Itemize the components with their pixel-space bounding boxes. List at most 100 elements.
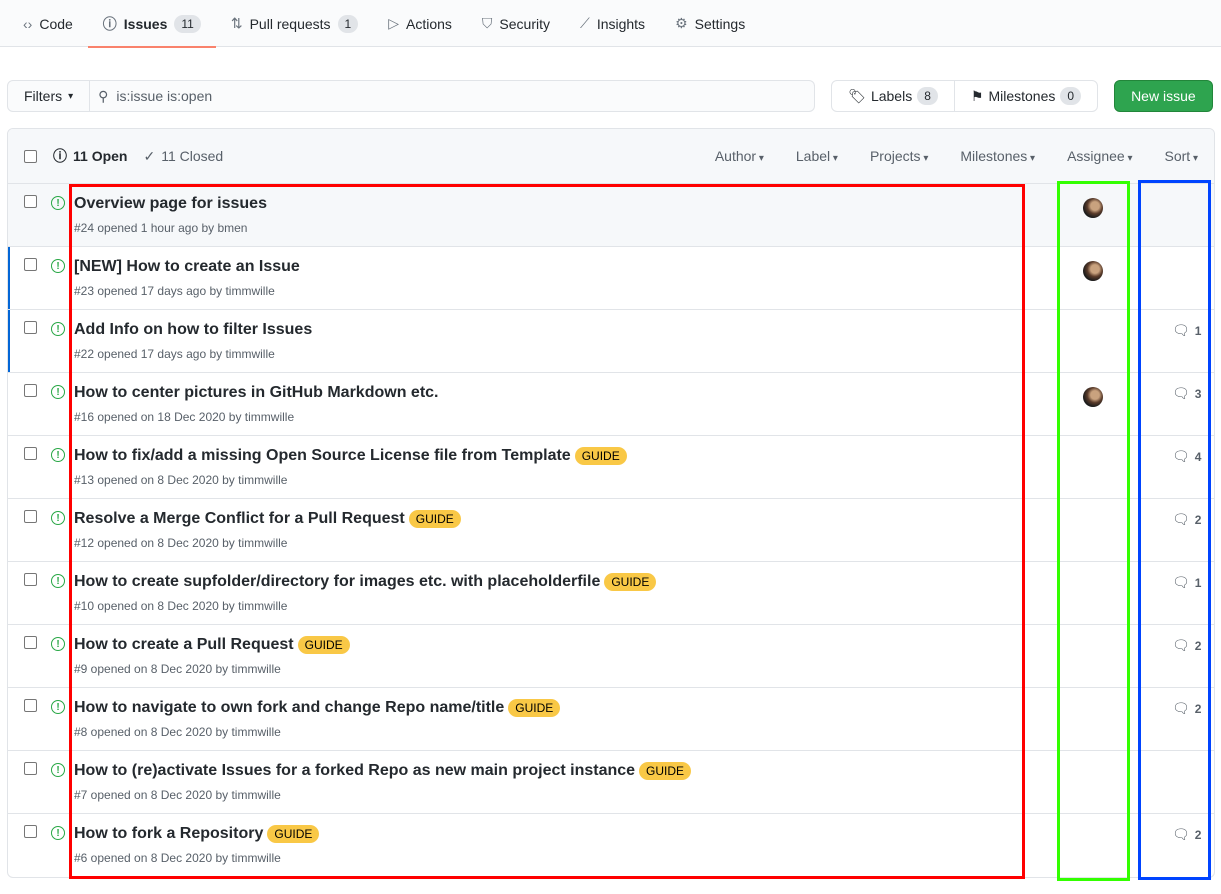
comments-link[interactable]: 🗨 1 bbox=[1172, 574, 1201, 591]
play-icon: ▷ bbox=[388, 15, 399, 31]
labels-button[interactable]: 🏷 Labels 8 bbox=[832, 81, 954, 111]
comments-link[interactable]: 🗨 3 bbox=[1172, 385, 1201, 402]
open-count: 11 Open bbox=[73, 148, 128, 164]
tab-label: Insights bbox=[596, 15, 646, 32]
issue-opened-icon: ! bbox=[51, 322, 65, 336]
issue-opened-icon: ! bbox=[51, 763, 65, 777]
dropdown-author[interactable]: Author bbox=[699, 148, 780, 164]
tab-issues[interactable]: ⓘ Issues 11 bbox=[87, 0, 216, 48]
issue-checkbox[interactable] bbox=[24, 258, 37, 271]
issue-meta: #6 opened on 8 Dec 2020 by timmwille bbox=[74, 851, 281, 865]
issue-meta: #8 opened on 8 Dec 2020 by timmwille bbox=[74, 725, 281, 739]
issue-title-link[interactable]: How to (re)activate Issues for a forked … bbox=[74, 762, 635, 780]
issue-row: ! How to fix/add a missing Open Source L… bbox=[8, 436, 1214, 499]
issue-opened-icon: ⓘ bbox=[53, 148, 67, 164]
dropdown-label[interactable]: Label bbox=[780, 148, 854, 164]
issue-title-link[interactable]: How to create a Pull Request bbox=[74, 636, 294, 654]
issue-checkbox[interactable] bbox=[24, 447, 37, 460]
issue-row: ! [NEW] How to create an Issue #23 opene… bbox=[8, 247, 1214, 310]
dropdown-projects[interactable]: Projects bbox=[854, 148, 944, 164]
label-guide[interactable]: GUIDE bbox=[639, 762, 692, 780]
closed-filter[interactable]: ✓ 11 Closed bbox=[143, 148, 223, 165]
label-guide[interactable]: GUIDE bbox=[297, 636, 350, 654]
dropdown-assignee[interactable]: Assignee bbox=[1051, 148, 1148, 164]
issue-opened-icon: ! bbox=[51, 385, 65, 399]
git-pull-request-icon: ⇅ bbox=[230, 15, 243, 31]
issue-meta: #13 opened on 8 Dec 2020 by timmwille bbox=[74, 473, 288, 487]
issue-title-link[interactable]: How to create supfolder/directory for im… bbox=[74, 573, 600, 591]
assignee-avatar[interactable] bbox=[1083, 261, 1103, 281]
issue-meta: #24 opened 1 hour ago by bmen bbox=[74, 221, 248, 235]
comments-link[interactable]: 🗨 1 bbox=[1172, 322, 1201, 339]
issue-checkbox[interactable] bbox=[24, 636, 37, 649]
issue-checkbox[interactable] bbox=[24, 762, 37, 775]
issue-opened-icon: ! bbox=[51, 574, 65, 588]
tab-insights[interactable]: ⟋ Insights bbox=[565, 0, 660, 47]
labels-milestones: 🏷 Labels 8 ⚑ Milestones 0 bbox=[831, 80, 1099, 112]
label-guide[interactable]: GUIDE bbox=[574, 447, 627, 465]
issue-checkbox[interactable] bbox=[24, 573, 37, 586]
issue-checkbox[interactable] bbox=[24, 195, 37, 208]
issue-checkbox[interactable] bbox=[24, 384, 37, 397]
comments-link[interactable]: 🗨 2 bbox=[1172, 826, 1201, 843]
issue-opened-icon: ! bbox=[51, 826, 65, 840]
label-guide[interactable]: GUIDE bbox=[267, 825, 320, 843]
assignee-avatar[interactable] bbox=[1083, 198, 1103, 218]
tab-pull-requests[interactable]: ⇅ Pull requests 1 bbox=[216, 0, 373, 47]
tab-label: Issues bbox=[123, 15, 168, 32]
issue-title-link[interactable]: Overview page for issues bbox=[74, 195, 267, 213]
search-field: ⚲ bbox=[90, 80, 816, 112]
comments-link[interactable]: 🗨 2 bbox=[1172, 700, 1201, 717]
tab-code[interactable]: ‹› Code bbox=[8, 0, 88, 47]
issue-opened-icon: ⓘ bbox=[102, 15, 117, 32]
label-guide[interactable]: GUIDE bbox=[408, 510, 461, 528]
issue-title-link[interactable]: How to navigate to own fork and change R… bbox=[74, 699, 504, 717]
issue-checkbox[interactable] bbox=[24, 510, 37, 523]
tab-label: Pull requests bbox=[249, 15, 331, 32]
tab-label: Code bbox=[39, 15, 73, 32]
tab-label: Settings bbox=[694, 15, 746, 32]
code-icon: ‹› bbox=[23, 15, 33, 32]
issue-title-link[interactable]: Add Info on how to filter Issues bbox=[74, 321, 312, 339]
issue-meta: #22 opened 17 days ago by timmwille bbox=[74, 347, 275, 361]
filter-dropdowns: AuthorLabelProjectsMilestonesAssigneeSor… bbox=[699, 148, 1214, 164]
comment-count: 1 bbox=[1194, 323, 1202, 338]
label-guide[interactable]: GUIDE bbox=[508, 699, 561, 717]
issue-row: ! How to navigate to own fork and change… bbox=[8, 688, 1214, 751]
issue-title-link[interactable]: How to center pictures in GitHub Markdow… bbox=[74, 384, 438, 402]
issue-title-link[interactable]: [NEW] How to create an Issue bbox=[74, 258, 300, 276]
comment-icon: 🗨 bbox=[1172, 448, 1190, 464]
issue-checkbox[interactable] bbox=[24, 699, 37, 712]
comment-count: 2 bbox=[1194, 638, 1202, 653]
gear-icon: ⚙ bbox=[675, 15, 688, 31]
label-guide[interactable]: GUIDE bbox=[604, 573, 657, 591]
assignee-avatar[interactable] bbox=[1083, 387, 1103, 407]
tab-actions[interactable]: ▷ Actions bbox=[373, 0, 467, 47]
issue-title-link[interactable]: How to fork a Repository bbox=[74, 825, 263, 843]
comments-link[interactable]: 🗨 2 bbox=[1172, 511, 1201, 528]
comments-link[interactable]: 🗨 2 bbox=[1172, 637, 1201, 654]
tab-security[interactable]: ⛉ Security bbox=[467, 0, 565, 47]
filters-button[interactable]: Filters ▾ bbox=[7, 80, 91, 112]
issue-meta: #9 opened on 8 Dec 2020 by timmwille bbox=[74, 662, 281, 676]
dropdown-sort[interactable]: Sort bbox=[1149, 148, 1215, 164]
tab-settings[interactable]: ⚙ Settings bbox=[660, 0, 760, 47]
new-issue-button[interactable]: New issue bbox=[1114, 80, 1213, 112]
issue-title-link[interactable]: Resolve a Merge Conflict for a Pull Requ… bbox=[74, 510, 405, 528]
select-all-checkbox[interactable] bbox=[24, 149, 37, 163]
shield-icon: ⛉ bbox=[481, 15, 493, 31]
comment-count: 3 bbox=[1194, 386, 1202, 401]
milestones-button[interactable]: ⚑ Milestones 0 bbox=[953, 81, 1097, 111]
open-filter[interactable]: ⓘ 11 Open bbox=[53, 146, 127, 166]
issue-checkbox[interactable] bbox=[24, 825, 37, 838]
search-input[interactable] bbox=[116, 88, 797, 104]
dropdown-milestones[interactable]: Milestones bbox=[944, 148, 1051, 164]
issue-row: ! Resolve a Merge Conflict for a Pull Re… bbox=[8, 499, 1214, 562]
issue-opened-icon: ! bbox=[51, 700, 65, 714]
tab-label: Security bbox=[499, 15, 550, 32]
comment-count: 2 bbox=[1194, 512, 1202, 527]
issue-title-link[interactable]: How to fix/add a missing Open Source Lic… bbox=[74, 447, 571, 465]
comments-link[interactable]: 🗨 4 bbox=[1172, 448, 1201, 465]
milestone-icon: ⚑ bbox=[970, 87, 984, 104]
issue-checkbox[interactable] bbox=[24, 321, 37, 334]
